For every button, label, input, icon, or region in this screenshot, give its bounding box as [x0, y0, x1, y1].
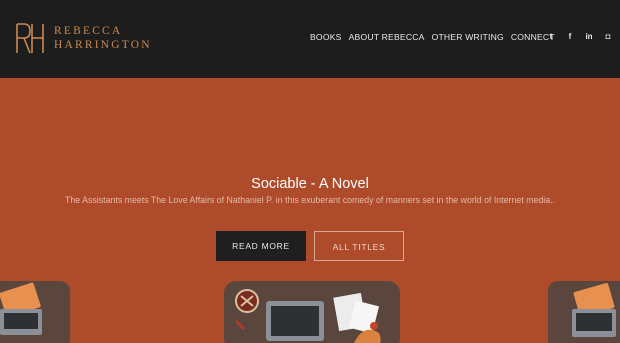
- hero-subtitle: The Assistants meets The Love Affairs of…: [65, 195, 555, 205]
- main-nav: BOOKS ABOUT REBECCA OTHER WRITING CONNEC…: [310, 32, 562, 42]
- site-logo-text[interactable]: REBECCA HARRINGTON: [54, 24, 152, 52]
- hero-title: Sociable - A Novel: [251, 176, 369, 192]
- nav-about-rebecca[interactable]: ABOUT REBECCA: [349, 32, 425, 42]
- site-header: REBECCA HARRINGTON BOOKS ABOUT REBECCA O…: [0, 0, 620, 78]
- nav-books[interactable]: BOOKS: [310, 32, 342, 42]
- logo-line-2: HARRINGTON: [54, 39, 152, 51]
- social-links: t f in ◘: [547, 32, 612, 41]
- logo-monogram-icon[interactable]: [15, 22, 45, 55]
- desk-illustration-center: [224, 281, 400, 343]
- all-titles-button[interactable]: ALL TITLES: [314, 231, 404, 261]
- twitter-icon[interactable]: t: [547, 32, 555, 41]
- facebook-icon[interactable]: f: [566, 32, 574, 41]
- instagram-icon[interactable]: ◘: [604, 32, 612, 41]
- linkedin-icon[interactable]: in: [585, 32, 593, 41]
- read-more-button[interactable]: READ MORE: [216, 231, 306, 261]
- desk-illustration-left: [0, 281, 70, 343]
- desk-illustration-right: [548, 281, 620, 343]
- logo-line-1: REBECCA: [54, 25, 123, 37]
- nav-other-writing[interactable]: OTHER WRITING: [432, 32, 504, 42]
